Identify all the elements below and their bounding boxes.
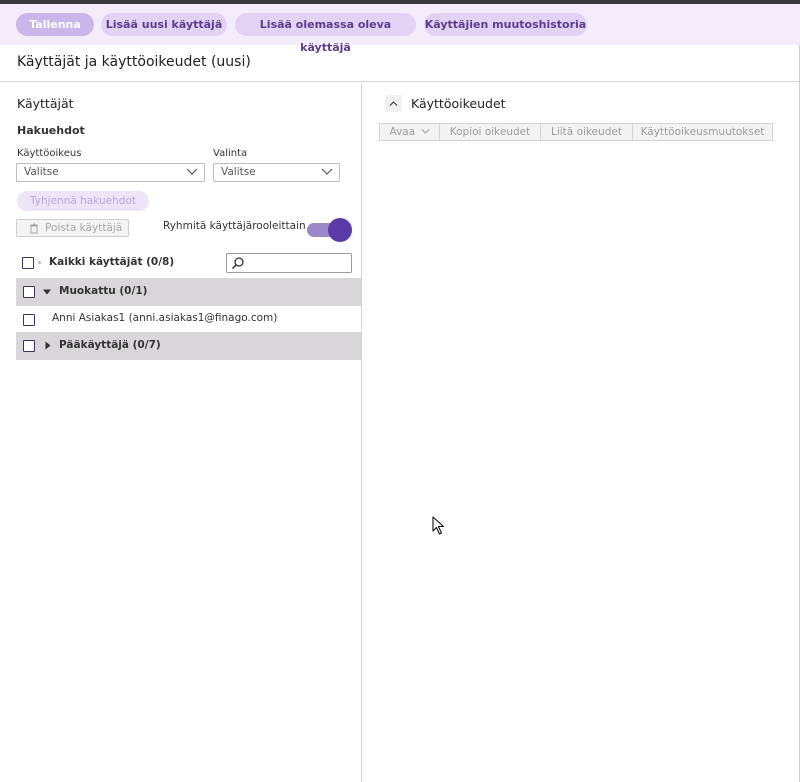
clear-filters-button[interactable]: Tyhjennä hakuehdot	[17, 191, 149, 211]
group-label: Pääkäyttäjä (0/7)	[59, 339, 161, 351]
selection-filter-select[interactable]: Valitse	[213, 163, 340, 182]
permission-filter-value: Valitse	[24, 166, 59, 178]
group-row-paakayttaja[interactable]: Pääkäyttäjä (0/7)	[16, 332, 361, 360]
chevron-down-icon	[321, 168, 333, 175]
all-users-label: Kaikki käyttäjät (0/8)	[49, 256, 175, 268]
group-checkbox[interactable]	[23, 286, 35, 298]
top-toolbar: Tallenna Lisää uusi käyttäjä Lisää olema…	[0, 4, 800, 54]
page-header: Käyttäjät ja käyttöoikeudet (uusi)	[0, 45, 800, 82]
trash-icon	[30, 223, 38, 234]
collapse-rights-button[interactable]	[385, 95, 402, 112]
user-history-button[interactable]: Käyttäjien muutoshistoria	[424, 13, 587, 36]
delete-user-button[interactable]: Poista käyttäjä	[16, 219, 129, 237]
paste-rights-button[interactable]: Liitä oikeudet	[541, 124, 633, 140]
open-dropdown-button[interactable]: Avaa	[380, 124, 440, 140]
chevron-down-icon	[186, 168, 198, 175]
filters-title: Hakuehdot	[17, 124, 85, 137]
permission-filter-select[interactable]: Valitse	[16, 163, 205, 182]
selection-filter-value: Valitse	[221, 166, 256, 178]
add-existing-user-button[interactable]: Lisää olemassa oleva käyttäjä	[235, 13, 416, 54]
search-icon	[231, 257, 244, 270]
user-name: Anni Asiakas1 (anni.asiakas1@finago.com)	[52, 312, 278, 324]
select-all-checkbox[interactable]	[22, 257, 34, 269]
open-button-label: Avaa	[389, 126, 416, 138]
rights-button-bar: Avaa Kopioi oikeudet Liitä oikeudet Käyt…	[379, 123, 773, 141]
user-checkbox[interactable]	[23, 314, 35, 326]
mouse-cursor-icon	[432, 516, 445, 535]
panel-divider	[361, 83, 362, 782]
rights-changes-button[interactable]: Käyttöoikeusmuutokset	[633, 124, 772, 140]
group-by-role-label: Ryhmitä käyttäjärooleittain	[163, 220, 306, 232]
save-button[interactable]: Tallenna	[16, 13, 94, 36]
group-by-role-toggle[interactable]	[307, 218, 352, 242]
caret-down-icon[interactable]	[43, 288, 51, 296]
user-search-input[interactable]	[226, 253, 352, 273]
add-new-user-button[interactable]: Lisää uusi käyttäjä	[101, 13, 227, 36]
delete-user-label: Poista käyttäjä	[45, 222, 123, 234]
user-row[interactable]: Anni Asiakas1 (anni.asiakas1@finago.com)	[16, 306, 361, 332]
group-row-muokattu[interactable]: Muokattu (0/1)	[16, 278, 361, 306]
caret-right-icon[interactable]	[44, 341, 52, 350]
chevron-up-icon	[389, 101, 398, 106]
chevron-down-icon	[421, 129, 429, 134]
separator-dot	[38, 261, 41, 264]
rights-panel-title: Käyttöoikeudet	[411, 96, 506, 111]
permission-filter-label: Käyttöoikeus	[17, 148, 82, 159]
copy-rights-button[interactable]: Kopioi oikeudet	[440, 124, 541, 140]
page-title: Käyttäjät ja käyttöoikeudet (uusi)	[17, 54, 251, 70]
group-label: Muokattu (0/1)	[59, 285, 148, 297]
group-checkbox[interactable]	[23, 340, 35, 352]
selection-filter-label: Valinta	[213, 148, 248, 159]
toggle-knob	[328, 218, 352, 242]
users-panel-title: Käyttäjät	[17, 96, 74, 111]
